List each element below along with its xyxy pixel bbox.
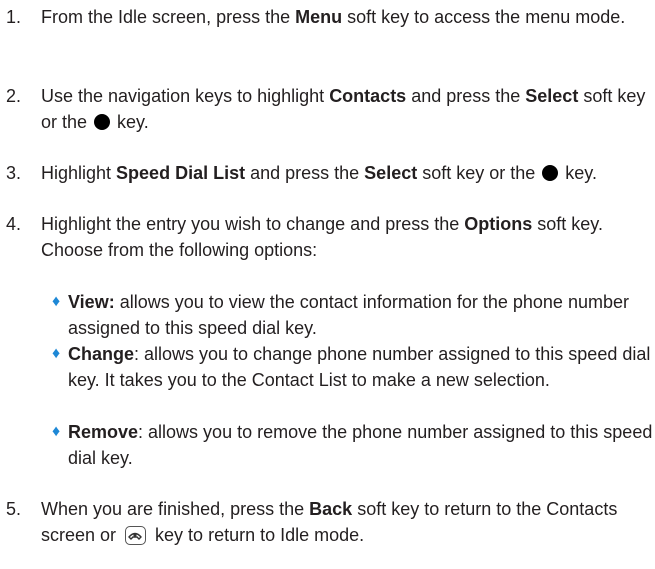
step-text: When you are finished, press the Back so… [41,499,618,545]
step-number: 3. [6,163,22,183]
option-label: Remove [68,422,139,442]
step-number: 1. [6,7,22,27]
center-select-key-icon [94,114,111,130]
step-text: From the Idle screen, press the Menu sof… [41,7,626,27]
end-key-icon [125,526,147,545]
option-remove: ♦ Remove: allows you to remove the phone… [52,419,653,471]
diamond-bullet-icon: ♦ [52,423,61,440]
option-view: ♦ View: allows you to view the contact i… [52,289,653,341]
step-number: 2. [6,86,22,106]
diamond-bullet-icon: ♦ [52,293,61,310]
option-label: View: [68,292,115,312]
option-text: allows you to view the contact informati… [68,292,629,338]
step-text: Highlight Speed Dial List and press the … [41,163,597,183]
step-number: 5. [6,499,22,519]
step-number: 4. [6,214,22,234]
step-text: Use the navigation keys to highlight Con… [41,86,646,132]
option-text: : allows you to change phone number assi… [68,344,651,390]
center-select-key-icon [542,165,559,181]
option-text: : allows you to remove the phone number … [68,422,653,468]
option-change: ♦ Change: allows you to change phone num… [52,341,653,393]
option-label: Change [68,344,135,364]
instruction-page: 1. From the Idle screen, press the Menu … [0,0,655,569]
step-text: Highlight the entry you wish to change a… [41,214,603,260]
diamond-bullet-icon: ♦ [52,345,61,362]
